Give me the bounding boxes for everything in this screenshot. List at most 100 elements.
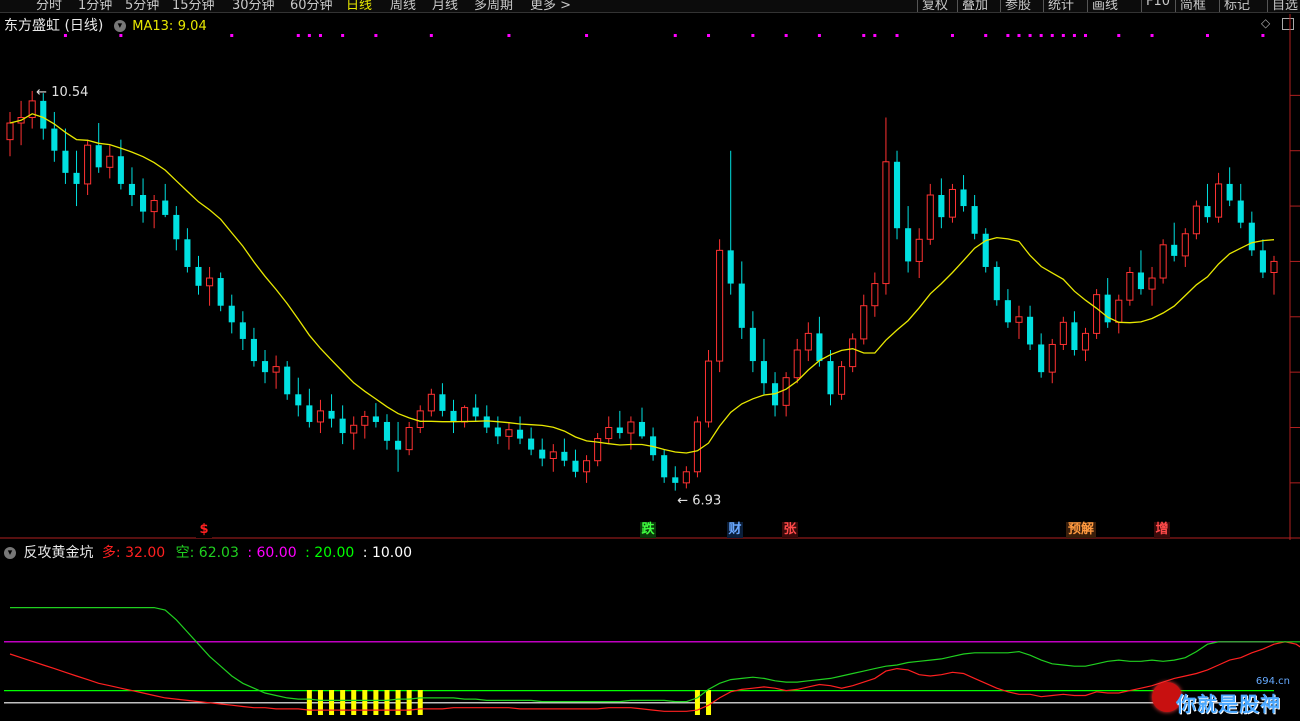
candle-body [51, 128, 58, 151]
candle-body [838, 366, 846, 395]
level-mid-value: 20.00 [314, 545, 355, 561]
candle-body [361, 415, 369, 426]
marker-dot [1061, 34, 1065, 37]
event-badge-0[interactable]: $ [196, 522, 212, 538]
event-badge-5[interactable]: 增 [1154, 522, 1170, 538]
marker-dot [307, 34, 311, 37]
candlestick-chart[interactable]: ← 10.54 ← 6.93 [0, 0, 1300, 540]
marker-dot [862, 34, 866, 37]
candle-body [782, 377, 790, 406]
sep-3: : [362, 545, 368, 561]
candle-body [993, 266, 1000, 301]
candle-body [505, 429, 513, 437]
candle-body [195, 266, 202, 286]
marker-dot [507, 34, 511, 37]
marker-dot [374, 34, 378, 37]
candle-body [73, 172, 80, 184]
candle-body [1137, 272, 1144, 290]
candle-body [871, 283, 879, 307]
candle-body [960, 189, 967, 207]
event-badge-2[interactable]: 财 [727, 522, 743, 538]
indicator-chart[interactable] [0, 560, 1300, 721]
golden-pit-bar [384, 690, 390, 715]
candle-body [316, 410, 325, 423]
candle-body [106, 155, 114, 168]
candle-body [738, 283, 745, 328]
candle-body [272, 366, 280, 373]
golden-pit-bar [694, 690, 700, 715]
candle-body [704, 360, 713, 423]
indicator-header: ▾ 反攻黄金坑 多: 32.00 空: 62.03 : 60.00 : 20.0… [4, 542, 412, 562]
watermark-text: 你就是股神 [1176, 692, 1281, 716]
long-value: 32.00 [125, 545, 166, 561]
short-value: 62.03 [198, 545, 239, 561]
golden-pit-bar [406, 690, 412, 715]
candle-body [1204, 206, 1211, 218]
candle-body [760, 361, 768, 384]
candle-body [816, 333, 823, 362]
candle-body [1059, 321, 1067, 345]
candle-body [616, 427, 623, 434]
marker-dot [429, 34, 433, 37]
candle-body [1148, 277, 1156, 290]
candle-body [1237, 200, 1244, 223]
candle-body [328, 410, 335, 419]
candle-body [860, 305, 868, 340]
candle-body [173, 214, 180, 240]
marker-dot [873, 34, 877, 37]
golden-pit-bar [362, 690, 368, 715]
golden-pit-bar [706, 690, 712, 715]
candle-body [827, 361, 834, 395]
candle-body [128, 183, 136, 195]
candle-body [938, 195, 945, 218]
candle-body [1093, 294, 1101, 334]
candle-body [1192, 205, 1200, 235]
candle-body [583, 460, 591, 473]
event-badge-1[interactable]: 跌 [640, 522, 656, 538]
candle-body [117, 156, 124, 184]
marker-dot [318, 34, 322, 37]
candle-body [295, 394, 302, 406]
marker-dot [817, 34, 821, 37]
marker-dot [1006, 34, 1010, 37]
marker-dot [950, 34, 954, 37]
event-badge-3[interactable]: 张 [782, 522, 798, 538]
candle-body [405, 427, 413, 451]
golden-pit-bar [306, 690, 312, 715]
candle-body [383, 421, 391, 441]
marker-dot [63, 34, 67, 37]
candle-body [982, 233, 989, 267]
candle-body [749, 327, 756, 362]
golden-pit-bar [373, 690, 379, 715]
candle-body [483, 416, 490, 428]
golden-pit-bar [340, 690, 346, 715]
candle-body [206, 277, 214, 287]
candle-body [494, 427, 501, 437]
golden-pit-bar [395, 690, 401, 715]
candle-body [516, 429, 524, 439]
candle-body [561, 451, 568, 461]
chevron-down-icon[interactable]: ▾ [4, 547, 16, 559]
candle-body [1270, 260, 1278, 273]
marker-dot [1072, 34, 1076, 37]
marker-dot [895, 34, 899, 37]
marker-dot [296, 34, 300, 37]
candle-body [1081, 332, 1090, 351]
candle-body [140, 195, 147, 212]
candle-body [1171, 244, 1178, 256]
candle-body [638, 421, 646, 437]
candle-body [672, 477, 679, 483]
candle-body [1226, 183, 1233, 201]
golden-pit-bar [351, 690, 357, 715]
candle-body [1048, 343, 1056, 373]
candle-body [284, 366, 291, 395]
event-badge-4[interactable]: 预解 [1066, 522, 1096, 538]
marker-dot [585, 34, 589, 37]
candle-body [849, 338, 857, 368]
high-annotation: ← 10.54 [36, 85, 88, 100]
candle-body [1027, 316, 1034, 345]
candle-body [472, 407, 479, 417]
candle-body [339, 418, 346, 434]
candle-body [395, 440, 402, 450]
golden-pit-bar [417, 690, 423, 715]
